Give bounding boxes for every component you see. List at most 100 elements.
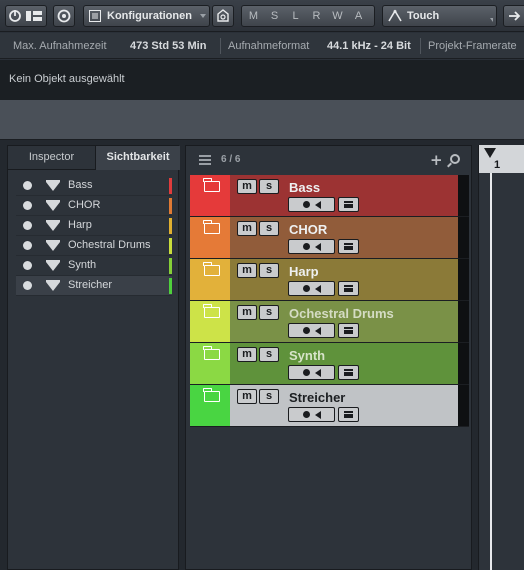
toolbar-more-button[interactable] [503, 5, 524, 27]
track-ochestral-drums[interactable]: m s Ochestral Drums [190, 301, 469, 343]
global-solo-button[interactable]: S [264, 6, 285, 26]
equal-icon [344, 411, 353, 418]
equal-icon [344, 327, 353, 334]
record-format-value[interactable]: 44.1 kHz - 24 Bit [327, 40, 411, 52]
mute-button[interactable]: m [237, 305, 257, 320]
constrain-delay-button[interactable] [53, 5, 75, 27]
folder-icon[interactable] [203, 388, 220, 402]
equal-icon [344, 369, 353, 376]
visibility-item-synth[interactable]: Synth [16, 256, 172, 276]
equal-icon [344, 243, 353, 250]
track-streicher[interactable]: m s Streicher [190, 385, 469, 427]
framerate-label[interactable]: Projekt-Framerate [428, 40, 517, 52]
event-display[interactable]: 1 [478, 145, 524, 570]
track-name[interactable]: CHOR [289, 222, 327, 237]
visibility-toggle-icon[interactable] [23, 221, 32, 230]
visibility-item-bass[interactable]: Bass [16, 176, 172, 196]
track-synth[interactable]: m s Synth [190, 343, 469, 385]
visibility-item-harp[interactable]: Harp [16, 216, 172, 236]
folder-icon[interactable] [203, 178, 220, 192]
track-color-strip[interactable] [190, 385, 230, 426]
global-listen-button[interactable]: L [285, 6, 306, 26]
track-color-strip[interactable] [190, 217, 230, 258]
solo-button[interactable]: s [259, 389, 279, 404]
solo-button[interactable]: s [259, 263, 279, 278]
automation-mode-dropdown[interactable]: Touch [382, 5, 497, 27]
track-name[interactable]: Ochestral Drums [289, 306, 394, 321]
global-read-button[interactable]: R [306, 6, 327, 26]
record-monitor-button[interactable] [288, 407, 335, 422]
global-write-button[interactable]: W [327, 6, 348, 26]
folder-icon[interactable] [203, 304, 220, 318]
project-cursor-line [490, 173, 492, 570]
track-body[interactable]: m s Ochestral Drums [230, 301, 458, 342]
track-color-strip[interactable] [190, 343, 230, 384]
track-chor[interactable]: m s CHOR [190, 217, 469, 259]
track-body[interactable]: m s Synth [230, 343, 458, 384]
folder-icon[interactable] [203, 346, 220, 360]
track-color-indicator [169, 238, 172, 254]
record-icon [302, 411, 310, 418]
menu-icon[interactable] [199, 155, 211, 165]
visibility-toggle-icon[interactable] [23, 201, 32, 210]
track-edit-button[interactable] [338, 239, 359, 254]
track-bass[interactable]: m s Bass [190, 175, 469, 217]
visibility-toggle-icon[interactable] [23, 181, 32, 190]
solo-button[interactable]: s [259, 179, 279, 194]
track-name[interactable]: Bass [289, 180, 320, 195]
track-name[interactable]: Harp [289, 264, 319, 279]
track-edit-button[interactable] [338, 323, 359, 338]
tab-inspector[interactable]: Inspector [8, 146, 95, 170]
track-edit-button[interactable] [338, 281, 359, 296]
track-color-strip[interactable] [190, 259, 230, 300]
visibility-item-ochestral-drums[interactable]: Ochestral Drums [16, 236, 172, 256]
track-name[interactable]: Streicher [289, 390, 345, 405]
track-color-strip[interactable] [190, 301, 230, 342]
solo-button[interactable]: s [259, 347, 279, 362]
mute-button[interactable]: m [237, 263, 257, 278]
monitor-icon [314, 284, 321, 293]
track-body[interactable]: m s Streicher [230, 385, 458, 426]
mute-button[interactable]: m [237, 389, 257, 404]
track-end [458, 259, 469, 300]
mute-button[interactable]: m [237, 221, 257, 236]
folder-triangle-icon [46, 240, 60, 251]
track-edit-button[interactable] [338, 407, 359, 422]
global-a-button[interactable]: A [348, 6, 369, 26]
track-edit-button[interactable] [338, 365, 359, 380]
solo-button[interactable]: s [259, 305, 279, 320]
track-body[interactable]: m s CHOR [230, 217, 458, 258]
mute-button[interactable]: m [237, 179, 257, 194]
record-monitor-button[interactable] [288, 197, 335, 212]
configurations-dropdown[interactable]: Konfigurationen [83, 5, 210, 27]
visibility-item-streicher[interactable]: Streicher [16, 276, 172, 296]
mute-button[interactable]: m [237, 347, 257, 362]
record-icon [302, 243, 310, 250]
visibility-toggle-icon[interactable] [23, 241, 32, 250]
track-edit-button[interactable] [338, 197, 359, 212]
search-icon[interactable] [450, 154, 460, 164]
activate-project-button[interactable] [5, 5, 47, 27]
solo-button[interactable]: s [259, 221, 279, 236]
record-monitor-button[interactable] [288, 281, 335, 296]
visibility-toggle-icon[interactable] [23, 261, 32, 270]
tab-visibility[interactable]: Sichtbarkeit [95, 146, 180, 170]
folder-icon[interactable] [203, 262, 220, 276]
project-cursor-icon[interactable] [484, 148, 496, 158]
record-monitor-button[interactable] [288, 365, 335, 380]
track-harp[interactable]: m s Harp [190, 259, 469, 301]
folder-icon[interactable] [203, 220, 220, 234]
global-mute-button[interactable]: M [243, 6, 264, 26]
ruler[interactable]: 1 [479, 145, 524, 173]
track-body[interactable]: m s Bass [230, 175, 458, 216]
visibility-toggle-icon[interactable] [23, 281, 32, 290]
add-track-icon[interactable]: + [430, 151, 443, 169]
track-body[interactable]: m s Harp [230, 259, 458, 300]
visibility-item-chor[interactable]: CHOR [16, 196, 172, 216]
track-color-strip[interactable] [190, 175, 230, 216]
save-configuration-button[interactable] [212, 5, 234, 27]
track-name[interactable]: Synth [289, 348, 325, 363]
record-monitor-button[interactable] [288, 323, 335, 338]
record-monitor-button[interactable] [288, 239, 335, 254]
record-time-value[interactable]: 473 Std 53 Min [130, 40, 206, 52]
